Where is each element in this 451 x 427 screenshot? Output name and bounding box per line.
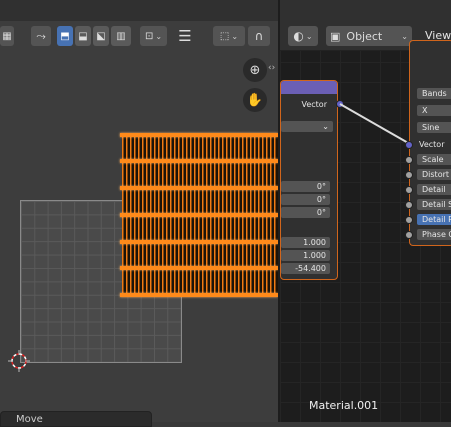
material-name-label: Material.001 xyxy=(309,399,379,412)
scale-x-field[interactable]: 1.000 xyxy=(281,237,330,248)
zoom-icon[interactable]: ⊕ xyxy=(243,58,267,82)
object-selector-dropdown[interactable]: ▣ Object ⌄ xyxy=(326,26,412,46)
mapping-node[interactable]: Vector ⌄ 0° 0° 0° 1.000 1.000 -54.400 xyxy=(280,80,338,280)
selected-mesh-object[interactable] xyxy=(120,133,278,297)
proportional-editing-dropdown[interactable]: ⬚ ⌄ xyxy=(213,26,245,46)
select-mode-new-icon[interactable]: ⬒ xyxy=(57,26,73,46)
mesh-edge-row xyxy=(120,266,278,270)
select-mode-extend-icon[interactable]: ⬓ xyxy=(75,26,91,46)
viewport-header: ▦ ⤳ ⬒ ⬓ ⬕ ▥ ⊡ ⌄ ☰ ⬚ ⌄ ∩ xyxy=(0,21,278,51)
pivot-point-dropdown[interactable]: ⊡ ⌄ xyxy=(140,26,167,46)
mesh-edge-row xyxy=(120,213,278,217)
wave-distortion-socket[interactable] xyxy=(405,171,413,179)
mesh-edge-row xyxy=(120,293,278,297)
node-link-wire[interactable] xyxy=(336,100,416,150)
wave-vector-input-socket[interactable] xyxy=(405,141,413,149)
wave-profile-dropdown[interactable]: Sine xyxy=(417,122,451,133)
wave-detail-scale-field[interactable]: Detail S xyxy=(417,199,451,210)
wave-detail-roughness-field[interactable]: Detail R xyxy=(417,214,451,225)
scale-z-field[interactable]: -54.400 xyxy=(281,263,330,274)
select-mode-subtract-icon[interactable]: ⬕ xyxy=(93,26,109,46)
pan-hand-icon[interactable]: ✋ xyxy=(243,88,267,112)
mapping-output-label: Vector xyxy=(301,100,328,109)
mapping-node-header[interactable] xyxy=(281,81,337,94)
falloff-icon[interactable]: ∩ xyxy=(248,26,270,46)
operator-label[interactable]: Move xyxy=(16,414,43,425)
rotation-z-field[interactable]: 0° xyxy=(281,207,330,218)
checker-icon[interactable]: ▦ xyxy=(0,26,14,46)
hamburger-menu-icon[interactable]: ☰ xyxy=(175,26,195,46)
wave-distortion-field[interactable]: Distort xyxy=(417,169,451,180)
wave-texture-node[interactable]: Bands X Sine Vector Scale Distort Detail… xyxy=(409,40,451,246)
wave-vector-input-label: Vector xyxy=(419,140,445,149)
mesh-edge-row xyxy=(120,240,278,244)
mesh-edge-row xyxy=(120,133,278,137)
wave-type-dropdown[interactable]: Bands xyxy=(417,88,451,99)
snap-icon[interactable]: ⤳ xyxy=(31,26,51,46)
wave-phase-offset-field[interactable]: Phase O xyxy=(417,229,451,240)
wave-scale-socket[interactable] xyxy=(405,156,413,164)
rotation-x-field[interactable]: 0° xyxy=(281,181,330,192)
scale-y-field[interactable]: 1.000 xyxy=(281,250,330,261)
3d-cursor-icon xyxy=(8,350,30,372)
wave-scale-field[interactable]: Scale xyxy=(417,154,451,165)
object-cube-icon: ▣ xyxy=(330,29,341,43)
sidebar-toggle-icon[interactable]: ‹› xyxy=(268,63,275,73)
wave-detail-roughness-socket[interactable] xyxy=(405,216,413,224)
mesh-edge-row xyxy=(120,159,278,163)
wave-detail-field[interactable]: Detail xyxy=(417,184,451,195)
editor-type-dropdown[interactable]: ◐ ⌄ xyxy=(288,26,318,46)
editor-top-strip xyxy=(280,0,451,22)
sphere-icon: ◐ xyxy=(293,29,304,43)
wave-phase-offset-socket[interactable] xyxy=(405,231,413,239)
wave-direction-dropdown[interactable]: X xyxy=(417,105,451,116)
select-mode-invert-icon[interactable]: ▥ xyxy=(111,26,131,46)
mesh-edge-row xyxy=(120,186,278,190)
wave-detail-socket[interactable] xyxy=(405,186,413,194)
mapping-type-dropdown[interactable]: ⌄ xyxy=(281,121,333,132)
viewport-top-strip xyxy=(0,0,278,21)
wave-detail-scale-socket[interactable] xyxy=(405,201,413,209)
rotation-y-field[interactable]: 0° xyxy=(281,194,330,205)
